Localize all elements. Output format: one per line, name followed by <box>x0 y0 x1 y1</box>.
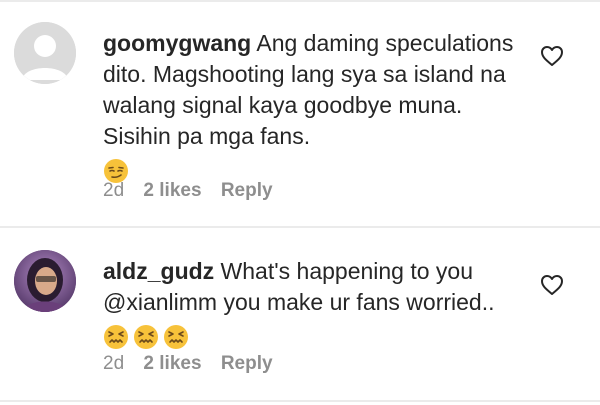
comment-likes[interactable]: 2 likes <box>143 180 201 201</box>
default-avatar-icon[interactable] <box>14 22 76 84</box>
comment-divider <box>0 226 600 228</box>
comment-item: goomygwang Ang daming speculations dito.… <box>0 0 600 225</box>
comment-time: 2d <box>103 180 125 201</box>
comment-item: aldz_gudz What's happening to you @xianl… <box>0 229 600 399</box>
comment-meta: 2d 2 likes Reply <box>103 180 287 202</box>
comment-likes[interactable]: 2 likes <box>143 353 201 374</box>
heart-outline-icon[interactable] <box>540 45 564 67</box>
comment-body-rest: you make ur fans worried.. <box>217 289 495 315</box>
comment-text: goomygwang Ang daming speculations dito.… <box>103 28 533 184</box>
comment-username[interactable]: aldz_gudz <box>103 258 214 284</box>
confounded-face-emoji <box>163 324 189 350</box>
comment-time: 2d <box>103 353 125 374</box>
mention-link[interactable]: @xianlimm <box>103 289 217 315</box>
comment-meta: 2d 2 likes Reply <box>103 353 287 375</box>
bottom-divider <box>0 400 600 402</box>
user-photo-avatar[interactable] <box>14 250 76 312</box>
reply-button[interactable]: Reply <box>221 180 273 201</box>
confounded-face-emoji <box>103 324 129 350</box>
heart-outline-icon[interactable] <box>540 274 564 296</box>
reply-button[interactable]: Reply <box>221 353 273 374</box>
comment-body: What's happening to you <box>214 258 474 284</box>
comment-username[interactable]: goomygwang <box>103 30 251 56</box>
emoji-row <box>103 320 533 350</box>
comment-text: aldz_gudz What's happening to you @xianl… <box>103 256 533 350</box>
confounded-face-emoji <box>133 324 159 350</box>
